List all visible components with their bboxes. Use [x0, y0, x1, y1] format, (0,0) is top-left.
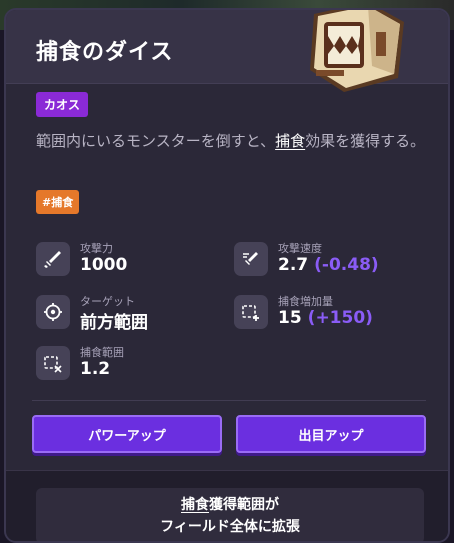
stat-value: 1.2 [80, 359, 111, 379]
keyword-tag-capture[interactable]: #捕食 [36, 190, 80, 214]
stat-attack-power: 攻撃力 1000 [36, 242, 216, 282]
stat-target: ターゲット 前方範囲 [36, 295, 216, 335]
stat-value: 1000 [80, 255, 128, 275]
card-title: 捕食のダイス [36, 40, 174, 65]
stat-capture-range: 捕食範囲 1.2 [36, 346, 216, 386]
sword-icon [36, 242, 70, 276]
info-keyword: 捕食 [181, 497, 209, 513]
stat-delta: (-0.48) [314, 255, 379, 275]
stat-delta: (+150) [307, 308, 373, 328]
capture-range-info-box: 捕食獲得範囲が フィールド全体に拡張 [36, 488, 424, 541]
pip-up-button[interactable]: 出目アップ [236, 415, 426, 453]
info-line-1: 捕食獲得範囲が [36, 494, 424, 516]
rarity-tag-chaos: カオス [36, 92, 89, 117]
attack-speed-icon [234, 242, 268, 276]
stat-value: 2.7 (-0.48) [278, 255, 379, 275]
info-line-1-rest: 獲得範囲が [209, 497, 279, 513]
stat-label: 攻撃力 [80, 242, 113, 255]
card-description: 範囲内にいるモンスターを倒すと、捕食効果を獲得する。 [36, 128, 436, 154]
capture-increase-icon [234, 295, 268, 329]
stat-capture-increase: 捕食増加量 15 (+150) [234, 295, 434, 335]
stat-value: 15 (+150) [278, 308, 373, 328]
stat-label: ターゲット [80, 295, 135, 308]
target-icon [36, 295, 70, 329]
capture-range-icon [36, 346, 70, 380]
dice-info-card: 捕食のダイス カオス 範囲内にいるモンスターを倒すと、捕食効果を獲得する。 #捕… [4, 8, 450, 543]
description-keyword[interactable]: 捕食 [275, 132, 305, 150]
description-prefix: 範囲内にいるモンスターを倒すと、 [36, 132, 276, 150]
stat-label: 捕食範囲 [80, 346, 124, 359]
stat-label: 攻撃速度 [278, 242, 322, 255]
stat-value: 前方範囲 [80, 313, 148, 333]
info-line-2: フィールド全体に拡張 [160, 519, 300, 535]
description-suffix: 効果を獲得する。 [305, 132, 426, 150]
capture-dice-icon [310, 10, 404, 92]
power-up-button[interactable]: パワーアップ [32, 415, 222, 453]
stat-attack-speed: 攻撃速度 2.7 (-0.48) [234, 242, 434, 282]
divider [32, 400, 426, 401]
stat-label: 捕食増加量 [278, 295, 333, 308]
